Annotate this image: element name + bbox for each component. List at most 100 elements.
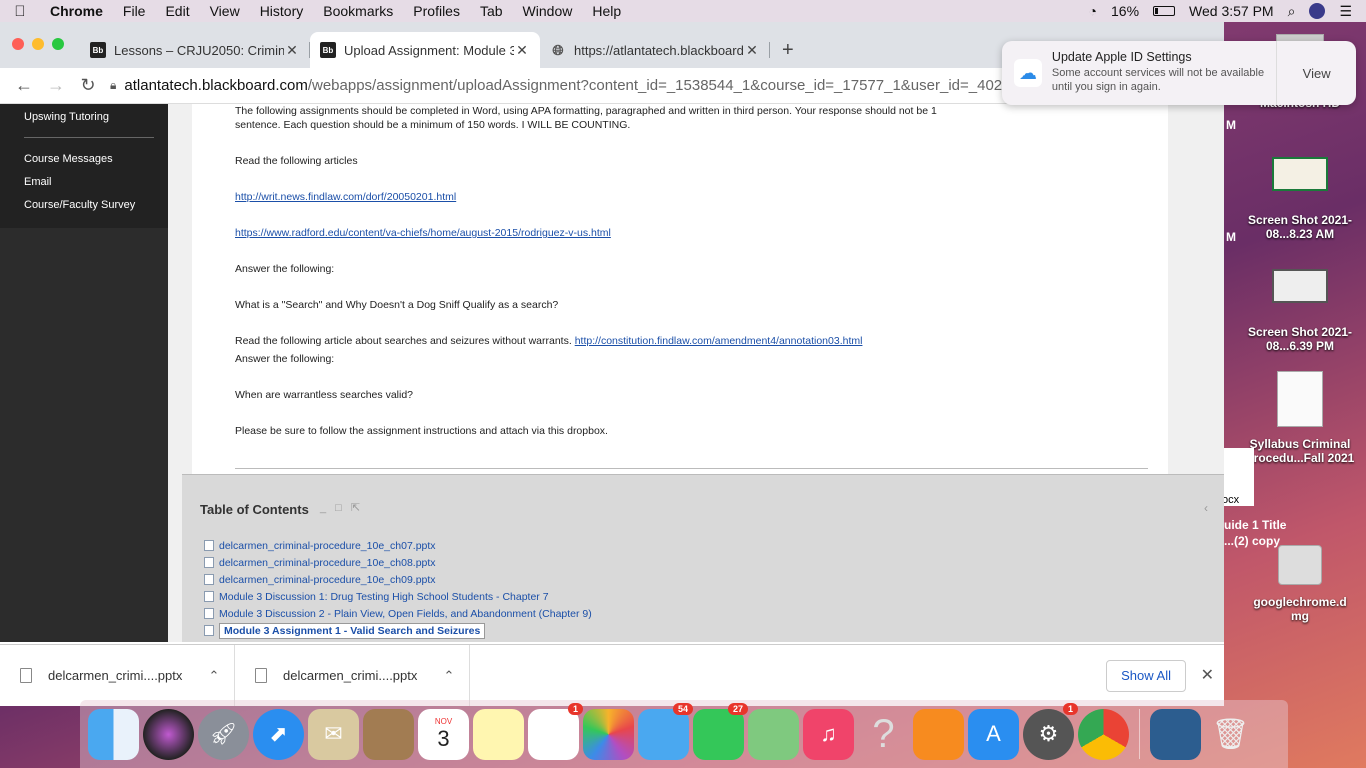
toc-link-assignment-1[interactable]: Module 3 Assignment 1 - Valid Search and… — [219, 622, 486, 639]
notification-body: Some account services will not be availa… — [1051, 67, 1265, 93]
sidebar-item-upswing-tutoring[interactable]: Upswing Tutoring — [0, 106, 168, 129]
toc-list: delcarmen_criminal-procedure_10e_ch07.pp… — [204, 537, 592, 639]
tab-title: Upload Assignment: Module 3 — [344, 42, 514, 58]
back-arrow-icon[interactable]: ← — [8, 75, 40, 96]
reload-icon[interactable]: ↻ — [72, 75, 104, 96]
menu-history[interactable]: History — [250, 3, 314, 19]
apple-icon[interactable]:  — [0, 3, 40, 20]
calendar-icon[interactable]: NOV 3 — [418, 708, 469, 760]
dock-separator — [1139, 709, 1140, 759]
close-tab-icon[interactable]: ✕ — [744, 42, 760, 59]
blackboard-favicon-icon: Bb — [320, 42, 336, 58]
menu-file[interactable]: File — [113, 3, 156, 19]
toc-link-ch09[interactable]: delcarmen_criminal-procedure_10e_ch09.pp… — [219, 574, 436, 586]
menu-edit[interactable]: Edit — [155, 3, 199, 19]
notes-icon[interactable] — [473, 708, 524, 760]
chevron-up-icon[interactable]: ⌃ — [429, 668, 469, 684]
zoom-window-button[interactable] — [52, 38, 64, 50]
chevron-left-icon[interactable]: ‹ — [1204, 501, 1208, 515]
menu-bar:  Chrome File Edit View History Bookmark… — [0, 0, 1366, 22]
tab-title: Lessons – CRJU2050: Criminal — [114, 42, 284, 58]
toc-window-controls[interactable]: _ □ ⇱ — [320, 501, 363, 514]
downloads-stack-icon[interactable] — [1150, 708, 1201, 760]
document-icon — [204, 625, 214, 636]
desktop-icon-screenshot-1[interactable]: Screen Shot 2021-08...8.23 AM — [1240, 157, 1360, 241]
sidebar-item-course-survey[interactable]: Course/Faculty Survey — [0, 194, 168, 217]
globe-icon: 🌐︎ — [552, 41, 564, 58]
contacts-icon[interactable] — [363, 708, 414, 760]
toc-link-ch08[interactable]: delcarmen_criminal-procedure_10e_ch08.pp… — [219, 557, 436, 569]
toc-link-ch07[interactable]: delcarmen_criminal-procedure_10e_ch07.pp… — [219, 540, 436, 552]
sidebar-item-email[interactable]: Email — [0, 171, 168, 194]
menu-view[interactable]: View — [200, 3, 250, 19]
help-icon[interactable]: ? — [858, 709, 909, 760]
instructions-read-article-2: Read the following article about searche… — [235, 335, 572, 347]
sidebar-item-course-messages[interactable]: Course Messages — [0, 148, 168, 171]
facetime-icon[interactable]: 27 — [693, 702, 748, 760]
show-all-downloads-button[interactable]: Show All — [1106, 660, 1186, 692]
menu-tab[interactable]: Tab — [470, 3, 513, 19]
download-filename: delcarmen_crimi....pptx — [283, 668, 418, 683]
article-link-radford[interactable]: https://www.radford.edu/content/va-chief… — [235, 227, 611, 239]
document-icon — [204, 557, 214, 568]
chrome-icon[interactable] — [1078, 708, 1129, 760]
close-window-button[interactable] — [12, 38, 24, 50]
photos-icon[interactable] — [583, 708, 634, 760]
finder-icon[interactable] — [88, 708, 139, 760]
books-icon[interactable] — [913, 708, 964, 760]
download-item[interactable]: delcarmen_crimi....pptx ⌃ — [235, 644, 470, 706]
battery-icon[interactable] — [1153, 6, 1176, 16]
siri-icon[interactable] — [143, 708, 194, 760]
tab-blackboard-url[interactable]: 🌐︎ https://atlantatech.blackboard. ✕ — [540, 32, 770, 68]
safari-icon[interactable]: ⬈ — [253, 708, 304, 760]
music-icon[interactable]: ♫ — [803, 708, 854, 760]
trash-icon[interactable]: 🗑︎ — [1205, 709, 1256, 760]
user-avatar-icon[interactable] — [1309, 3, 1326, 19]
menu-window[interactable]: Window — [513, 3, 583, 19]
notification-center-icon[interactable]: ☰ — [1339, 3, 1352, 20]
toc-link-discussion-1[interactable]: Module 3 Discussion 1: Drug Testing High… — [219, 591, 549, 603]
document-icon — [204, 540, 214, 551]
notification-view-button[interactable]: View — [1276, 41, 1356, 105]
article-link-constitution-findlaw[interactable]: http://constitution.findlaw.com/amendmen… — [575, 335, 863, 347]
close-icon[interactable]: ✕ — [1201, 665, 1214, 685]
launchpad-icon[interactable]: 🚀︎ — [198, 708, 249, 760]
screenshot-thumbnail-icon — [1272, 157, 1328, 191]
wifi-icon[interactable]: ◔ — [1089, 3, 1097, 19]
forward-arrow-icon[interactable]: → — [40, 75, 72, 96]
tab-upload-assignment[interactable]: Bb Upload Assignment: Module 3 ✕ — [310, 32, 540, 68]
apple-id-notification[interactable]: ☁ Update Apple ID Settings Some account … — [1002, 41, 1356, 105]
tab-lessons[interactable]: Bb Lessons – CRJU2050: Criminal ✕ — [80, 32, 310, 68]
app-store-icon[interactable]: A — [968, 708, 1019, 760]
messages-icon[interactable]: 54 — [638, 702, 693, 760]
toc-link-discussion-2[interactable]: Module 3 Discussion 2 - Plain View, Open… — [219, 608, 592, 620]
desktop-icon-syllabus[interactable]: Syllabus Criminal Procedu...Fall 2021 — [1240, 371, 1360, 465]
download-item[interactable]: delcarmen_crimi....pptx ⌃ — [0, 644, 235, 706]
menu-help[interactable]: Help — [582, 3, 631, 19]
desktop-partial-label: uide 1 Title — [1224, 518, 1287, 532]
document-icon — [204, 608, 214, 619]
menu-bookmarks[interactable]: Bookmarks — [313, 3, 403, 19]
menu-profiles[interactable]: Profiles — [403, 3, 470, 19]
menu-app-name[interactable]: Chrome — [40, 3, 113, 19]
address-bar[interactable]: atlantatech.blackboard.com/webapps/assig… — [124, 77, 1027, 94]
spotlight-search-icon[interactable]: ⌕ — [1288, 3, 1296, 20]
article-link-findlaw-dorf[interactable]: http://writ.news.findlaw.com/dorf/200502… — [235, 191, 456, 203]
lock-icon: 🔒︎ — [110, 78, 117, 92]
battery-percent[interactable]: 16% — [1111, 3, 1139, 19]
chevron-up-icon[interactable]: ⌃ — [194, 668, 234, 684]
maps-icon[interactable] — [748, 708, 799, 760]
instructions-intro: The following assignments should be comp… — [235, 105, 937, 131]
close-tab-icon[interactable]: ✕ — [514, 42, 530, 59]
new-tab-button[interactable]: + — [770, 39, 806, 68]
minimize-window-button[interactable] — [32, 38, 44, 50]
desktop-icon-screenshot-2[interactable]: Screen Shot 2021-08...6.39 PM — [1240, 269, 1360, 353]
reminders-icon[interactable]: 1 — [528, 702, 583, 760]
disk-image-icon — [1278, 545, 1322, 585]
download-filename: delcarmen_crimi....pptx — [48, 668, 183, 683]
close-tab-icon[interactable]: ✕ — [284, 42, 300, 59]
menu-clock[interactable]: Wed 3:57 PM — [1189, 3, 1274, 19]
desktop-icon-chrome-dmg[interactable]: googlechrome.dmg — [1240, 545, 1360, 623]
system-preferences-icon[interactable]: ⚙ 1 — [1023, 702, 1078, 760]
mail-icon[interactable]: ✉ — [308, 708, 359, 760]
